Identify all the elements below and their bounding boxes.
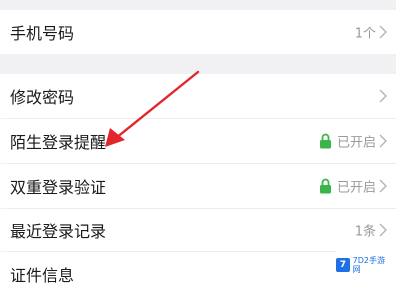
watermark-text: 7D2手游网 <box>352 256 385 274</box>
two-step-verification-status: 已开启 <box>336 180 376 196</box>
phone-number-row[interactable]: 手机号码 1个 <box>0 10 396 54</box>
chevron-right-icon <box>379 223 387 237</box>
recent-login-records-label: 最近登录记录 <box>10 222 107 241</box>
lock-icon <box>320 133 331 149</box>
two-step-verification-row[interactable]: 双重登录验证 已开启 <box>0 164 396 208</box>
unfamiliar-login-alert-row[interactable]: 陌生登录提醒 已开启 <box>0 119 396 163</box>
unfamiliar-login-alert-status: 已开启 <box>336 135 376 151</box>
recent-login-records-count: 1条 <box>354 224 376 240</box>
recent-login-records-row[interactable]: 最近登录记录 1条 <box>0 209 396 251</box>
two-step-verification-label: 双重登录验证 <box>10 178 107 197</box>
phone-number-label: 手机号码 <box>10 24 75 43</box>
chevron-right-icon <box>379 89 387 103</box>
lock-icon <box>320 178 331 194</box>
chevron-right-icon <box>379 134 387 148</box>
unfamiliar-login-alert-label: 陌生登录提醒 <box>10 133 107 152</box>
watermark-logo: 7 7D2手游网 <box>336 251 396 279</box>
watermark-icon: 7 <box>336 258 350 272</box>
phone-number-value: 1个 <box>354 26 376 42</box>
change-password-label: 修改密码 <box>10 88 75 107</box>
chevron-right-icon <box>379 25 387 39</box>
id-info-label: 证件信息 <box>10 266 75 285</box>
chevron-right-icon <box>379 179 387 193</box>
change-password-row[interactable]: 修改密码 <box>0 74 396 118</box>
